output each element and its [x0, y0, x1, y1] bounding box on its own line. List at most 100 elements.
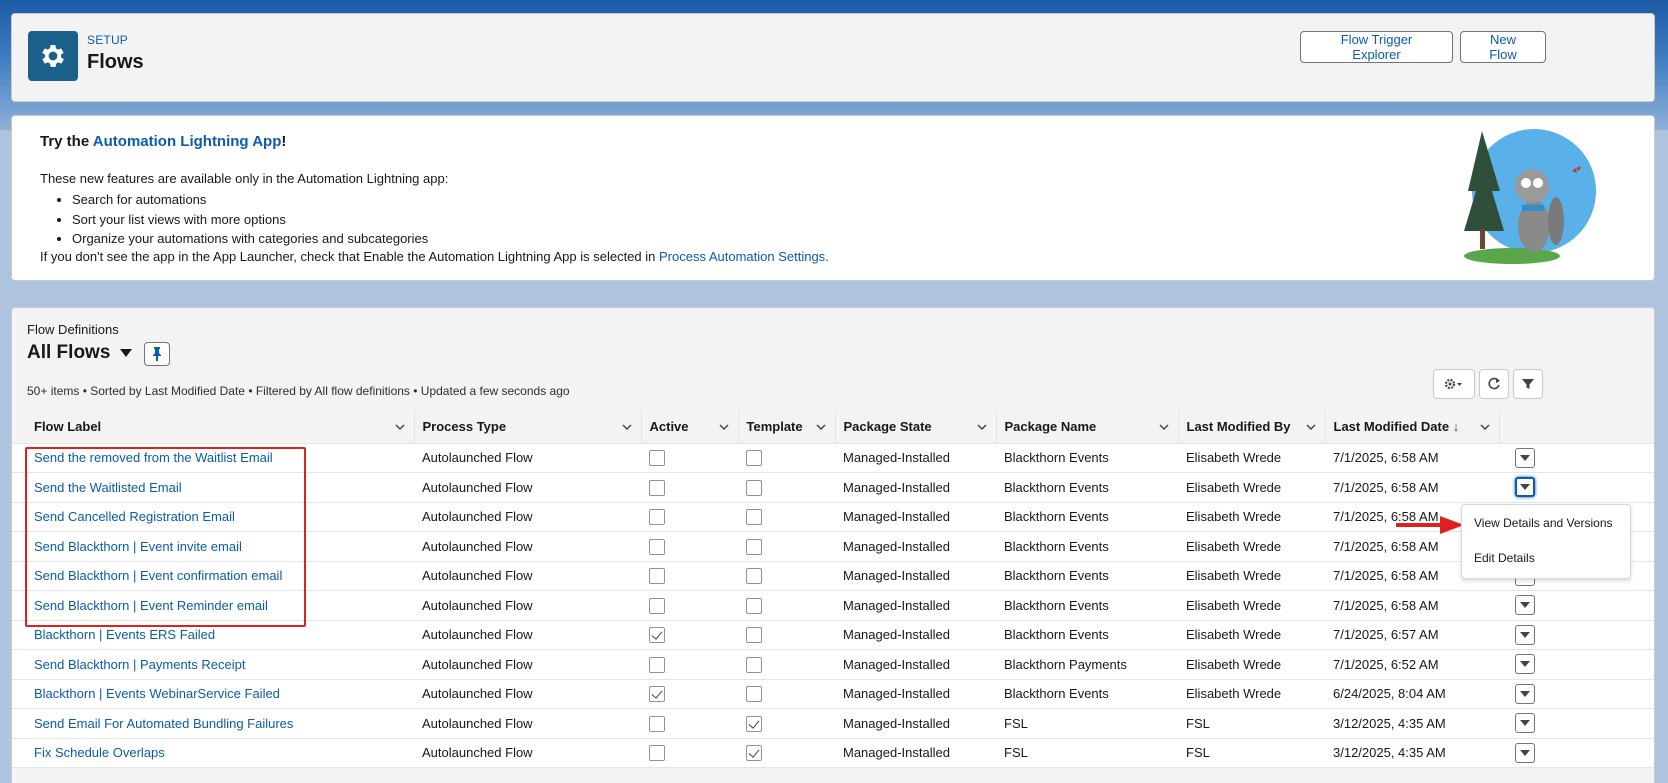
- row-actions-button[interactable]: [1515, 654, 1535, 675]
- package-name-cell: Blackthorn Events: [996, 472, 1178, 503]
- column-header-package-state[interactable]: Package State: [835, 411, 997, 444]
- column-header-last-modified-date[interactable]: Last Modified Date ↓: [1325, 411, 1500, 444]
- row-actions-button[interactable]: [1515, 713, 1535, 734]
- column-header-template[interactable]: Template: [738, 411, 836, 444]
- process-type-cell: Autolaunched Flow: [414, 590, 641, 621]
- chevron-down-icon[interactable]: [1479, 421, 1491, 433]
- template-checkbox: [746, 745, 762, 762]
- row-actions-button[interactable]: [1515, 595, 1535, 616]
- row-actions-cell: [1499, 472, 1654, 503]
- template-checkbox: [746, 597, 762, 614]
- package-state-cell: Managed-Installed: [835, 679, 996, 709]
- package-name-cell: FSL: [996, 708, 1178, 739]
- active-cell: [641, 679, 738, 709]
- chevron-down-icon[interactable]: [1305, 421, 1317, 433]
- chevron-down-icon[interactable]: [976, 421, 988, 433]
- list-settings-button[interactable]: [1433, 369, 1475, 399]
- row-actions-button[interactable]: [1515, 624, 1535, 645]
- template-cell: [738, 679, 835, 709]
- sort-arrow-icon: ↓: [1452, 419, 1460, 435]
- promo-title: Try the Automation Lightning App!: [40, 133, 287, 150]
- column-header-flow-label[interactable]: Flow Label: [12, 411, 415, 444]
- active-checkbox: [649, 686, 665, 703]
- table-row: Send Blackthorn | Payments Receipt Autola…: [12, 649, 1654, 680]
- list-view-title[interactable]: All Flows: [27, 342, 133, 364]
- template-cell: [738, 649, 835, 680]
- chevron-down-icon[interactable]: [1158, 421, 1170, 433]
- list-status-text: 50+ items • Sorted by Last Modified Date…: [27, 384, 570, 398]
- list-item: Sort your list views with more options: [72, 210, 428, 230]
- chevron-down-icon: [1520, 454, 1530, 461]
- row-actions-button[interactable]: [1515, 477, 1535, 498]
- row-actions-cell: [1499, 679, 1654, 709]
- package-name-cell: Blackthorn Events: [996, 590, 1178, 621]
- template-cell: [738, 708, 835, 739]
- list-item: Search for automations: [72, 190, 428, 210]
- refresh-button[interactable]: [1479, 369, 1509, 399]
- page-title: Flows: [87, 51, 144, 73]
- process-type-cell: Autolaunched Flow: [414, 561, 641, 591]
- template-cell: [738, 620, 835, 650]
- column-header-active[interactable]: Active: [641, 411, 739, 444]
- mascot-illustration: [1464, 129, 1596, 264]
- template-cell: [738, 738, 835, 768]
- row-actions-button[interactable]: [1515, 447, 1535, 468]
- column-header-last-modified-by[interactable]: Last Modified By: [1178, 411, 1326, 444]
- active-checkbox: [649, 715, 665, 732]
- package-state-cell: Managed-Installed: [835, 738, 996, 768]
- chevron-down-icon[interactable]: [120, 349, 133, 357]
- package-state-cell: Managed-Installed: [835, 590, 996, 621]
- list-item: Organize your automations with categorie…: [72, 229, 428, 249]
- column-header-process-type[interactable]: Process Type: [414, 411, 642, 444]
- template-cell: [738, 472, 835, 503]
- active-checkbox: [649, 745, 665, 762]
- view-details-versions-menu-item[interactable]: View Details and Versions: [1474, 516, 1613, 530]
- flow-label-link[interactable]: Fix Schedule Overlaps: [34, 745, 165, 760]
- gear-icon: [28, 31, 78, 81]
- flow-label-link[interactable]: Send Email For Automated Bundling Failur…: [34, 716, 293, 731]
- template-cell: [738, 443, 835, 473]
- chevron-down-icon[interactable]: [394, 421, 406, 433]
- row-actions-button[interactable]: [1515, 742, 1535, 763]
- package-name-cell: Blackthorn Events: [996, 679, 1178, 709]
- package-name-cell: Blackthorn Events: [996, 561, 1178, 591]
- process-type-cell: Autolaunched Flow: [414, 620, 641, 650]
- modified-by-cell: Elisabeth Wrede: [1178, 472, 1325, 503]
- process-automation-settings-link[interactable]: Process Automation Settings.: [659, 249, 829, 264]
- flow-trigger-explorer-button[interactable]: Flow Trigger Explorer: [1300, 31, 1453, 63]
- new-flow-button[interactable]: New Flow: [1460, 31, 1546, 63]
- row-actions-cell: [1499, 738, 1654, 768]
- column-header-package-name[interactable]: Package Name: [996, 411, 1179, 444]
- pin-list-view-button[interactable]: [144, 342, 170, 366]
- process-type-cell: Autolaunched Flow: [414, 531, 641, 562]
- chevron-down-icon: [1520, 690, 1530, 697]
- modified-date-cell: 7/1/2025, 6:58 AM: [1325, 472, 1499, 503]
- row-action-menu: View Details and Versions Edit Details: [1461, 504, 1631, 579]
- template-cell: [738, 531, 835, 562]
- chevron-down-icon[interactable]: [718, 421, 730, 433]
- chevron-down-icon: [1520, 484, 1530, 491]
- automation-app-link[interactable]: Automation Lightning App: [93, 133, 282, 150]
- filter-icon: [1522, 379, 1534, 389]
- chevron-down-icon[interactable]: [815, 421, 827, 433]
- package-state-cell: Managed-Installed: [835, 649, 996, 680]
- edit-details-menu-item[interactable]: Edit Details: [1474, 551, 1535, 565]
- pin-icon: [153, 347, 161, 361]
- active-cell: [641, 738, 738, 768]
- row-actions-button[interactable]: [1515, 683, 1535, 704]
- chevron-down-icon: [1520, 720, 1530, 727]
- flow-label-link[interactable]: Blackthorn | Events WebinarService Faile…: [34, 686, 280, 701]
- template-checkbox: [746, 450, 762, 467]
- table-header-row: Flow Label Process Type Active Template …: [12, 411, 1654, 444]
- modified-by-cell: Elisabeth Wrede: [1178, 443, 1325, 473]
- flow-label-link[interactable]: Send Blackthorn | Payments Receipt: [34, 657, 246, 672]
- page-header: SETUP Flows Flow Trigger Explorer New Fl…: [11, 13, 1655, 102]
- chevron-down-icon[interactable]: [621, 421, 633, 433]
- row-actions-cell: [1499, 649, 1654, 680]
- flow-label-link[interactable]: Blackthorn | Events ERS Failed: [34, 627, 215, 642]
- automation-app-promo: Try the Automation Lightning App! These …: [11, 115, 1655, 281]
- promo-footer: If you don't see the app in the App Laun…: [40, 249, 829, 264]
- process-type-cell: Autolaunched Flow: [414, 738, 641, 768]
- modified-date-cell: 7/1/2025, 6:52 AM: [1325, 649, 1499, 680]
- filter-button[interactable]: [1513, 369, 1543, 399]
